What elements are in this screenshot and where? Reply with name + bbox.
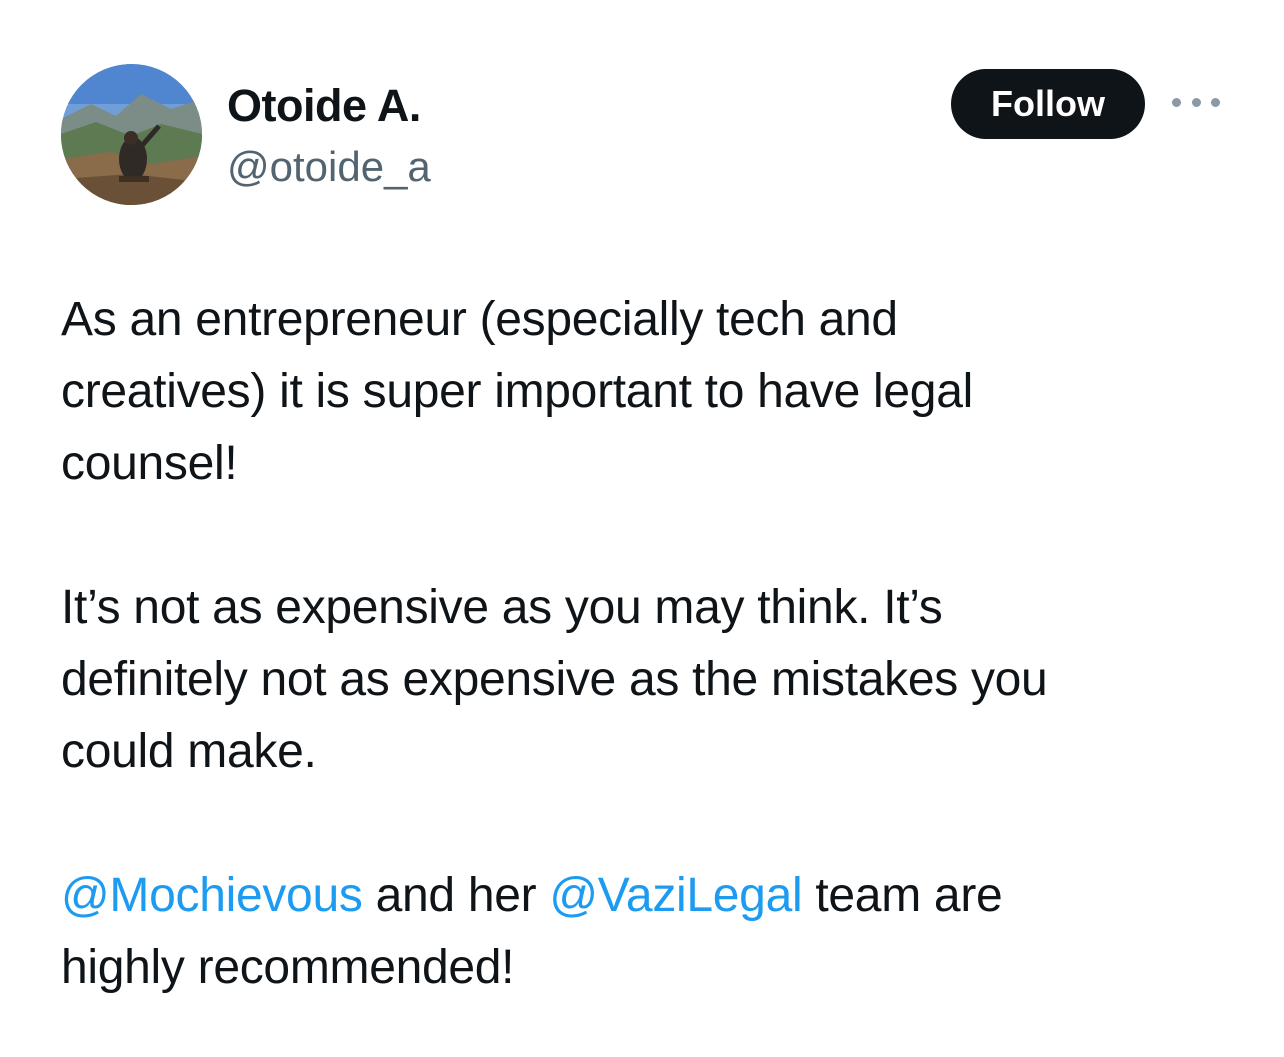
mention-link[interactable]: @VaziLegal	[549, 869, 802, 922]
follow-button[interactable]: Follow	[951, 69, 1145, 139]
tweet-line: creatives) it is super important to have…	[61, 365, 973, 418]
more-dot	[1172, 97, 1181, 107]
tweet-line: It’s not as expensive as you may think. …	[61, 581, 943, 634]
tweet-line: counsel!	[61, 437, 238, 490]
tweet-text: As an entrepreneur (especially tech and …	[61, 284, 1261, 1004]
user-handle[interactable]: @otoide_a	[227, 142, 431, 192]
tweet-paragraph: It’s not as expensive as you may think. …	[61, 572, 1261, 788]
tweet-line: @Mochievous and her @VaziLegal team are	[61, 860, 1261, 932]
avatar[interactable]	[61, 64, 202, 205]
tweet-text-segment: and her	[362, 869, 550, 922]
display-name[interactable]: Otoide A.	[227, 80, 421, 132]
tweet-line: could make.	[61, 725, 317, 778]
tweet-paragraph: @Mochievous and her @VaziLegal team are …	[61, 860, 1261, 1004]
mention-link[interactable]: @Mochievous	[61, 869, 363, 922]
tweet-line: definitely not as expensive as the mista…	[61, 653, 1048, 706]
tweet-text-segment: team are	[802, 869, 1003, 922]
more-horizontal-icon[interactable]	[1172, 92, 1220, 112]
tweet-paragraph: As an entrepreneur (especially tech and …	[61, 284, 1261, 500]
tweet-line: As an entrepreneur (especially tech and	[61, 293, 898, 346]
more-dot	[1211, 97, 1220, 107]
tweet-line: highly recommended!	[61, 941, 515, 994]
more-dot	[1191, 97, 1201, 107]
avatar-photo	[61, 64, 202, 205]
